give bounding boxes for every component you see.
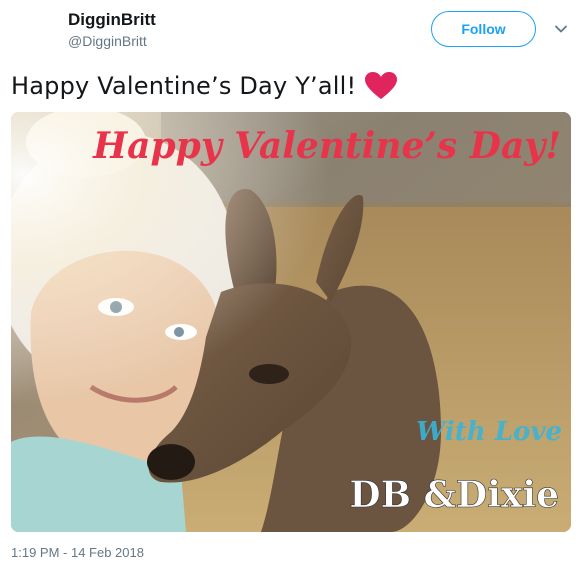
overlay-subtitle: With Love [416,417,562,447]
heart-emoji-icon [365,72,398,99]
tweet-header: DigginBritt @DigginBritt Follow [0,0,581,60]
follow-button[interactable]: Follow [431,11,536,47]
overlay-title: Happy Valentine’s Day! [92,125,561,167]
tweet-media-photo[interactable]: Happy Valentine’s Day! With Love DB &Dix… [11,112,571,532]
tweet-text: Happy Valentine’s Day Y’all! [11,70,398,102]
tweet-text-content: Happy Valentine’s Day Y’all! [11,72,357,100]
tweet-timestamp[interactable]: 1:19 PM - 14 Feb 2018 [11,545,144,560]
photo-illustration: Happy Valentine’s Day! With Love DB &Dix… [11,112,571,532]
overlay-names: DB &Dixie [349,474,559,516]
author-display-name[interactable]: DigginBritt [68,10,156,30]
chevron-down-icon[interactable] [553,21,569,37]
author-handle[interactable]: @DigginBritt [68,33,147,49]
